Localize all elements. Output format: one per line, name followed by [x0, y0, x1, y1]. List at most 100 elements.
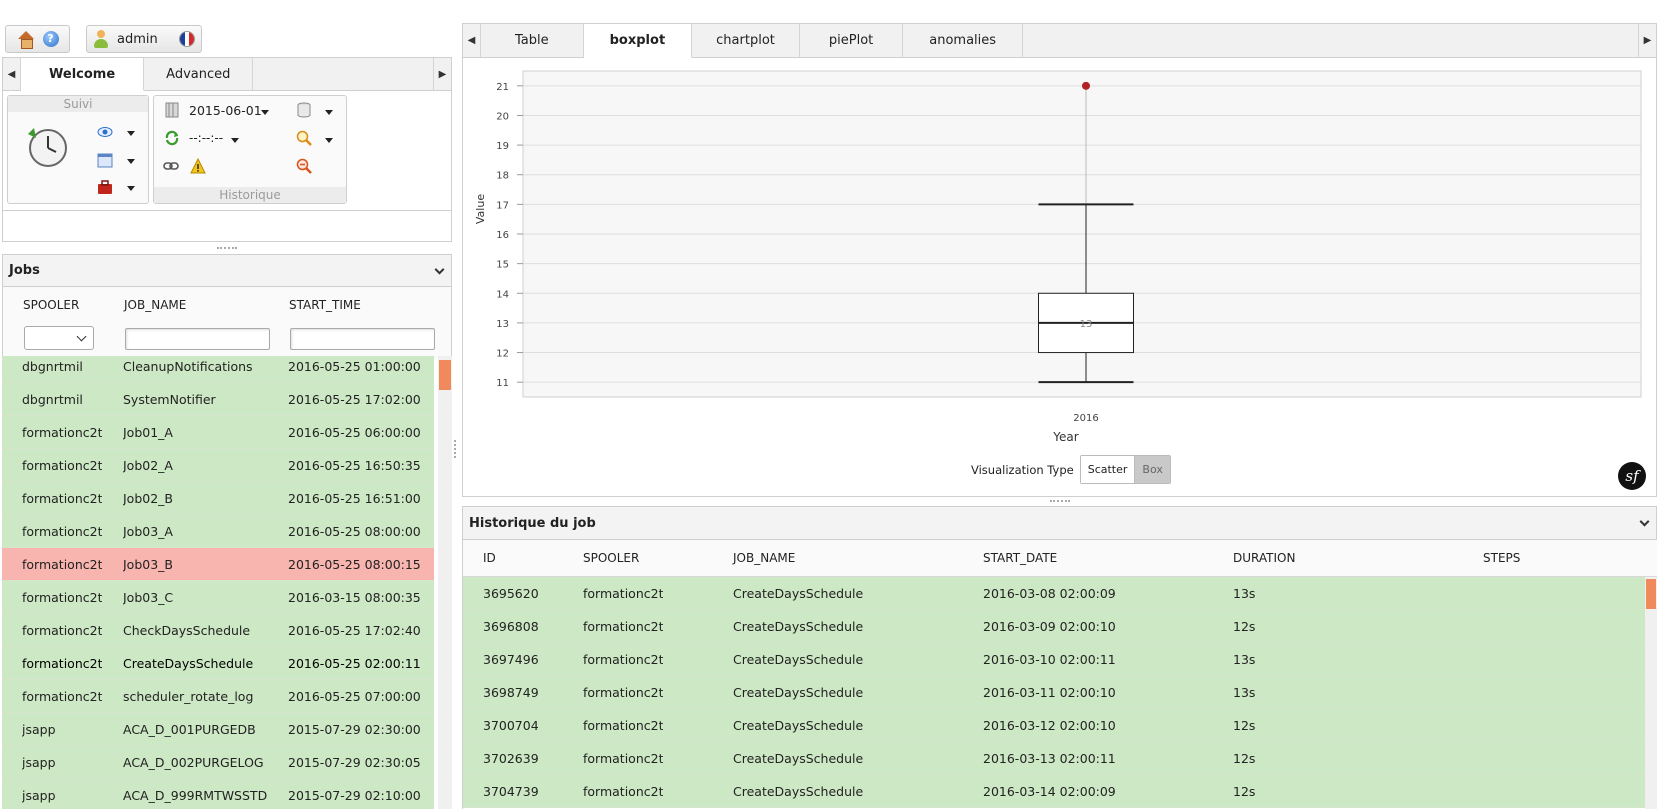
database-icon[interactable]	[296, 102, 312, 118]
jobs-row[interactable]: formationc2t Job02_B 2016-05-25 16:51:00	[2, 482, 434, 515]
tab-anomalies[interactable]: anomalies	[903, 24, 1024, 57]
history-cell-spooler: formationc2t	[583, 751, 664, 766]
tab-scroll-right[interactable]: ▶	[433, 58, 451, 90]
tab-pieplot[interactable]: piePlot	[800, 24, 904, 57]
eye-dropdown-caret[interactable]	[127, 131, 135, 136]
jobs-cell-spooler: formationc2t	[22, 590, 103, 605]
database-dropdown-caret[interactable]	[325, 110, 333, 115]
jobs-row[interactable]: jsapp ACA_D_001PURGEDB 2015-07-29 02:30:00	[2, 713, 434, 746]
jobs-col-start-time[interactable]: START_TIME	[289, 298, 361, 312]
history-col-steps[interactable]: STEPS	[1483, 551, 1520, 565]
tab-chartplot[interactable]: chartplot	[692, 24, 800, 57]
magnifier-icon[interactable]	[296, 130, 312, 146]
link-icon[interactable]	[163, 158, 179, 174]
outlier-point	[1082, 81, 1090, 90]
history-column-header: ID SPOOLER JOB_NAME START_DATE DURATION …	[462, 540, 1657, 577]
tab-welcome[interactable]: Welcome	[21, 58, 145, 91]
refresh-icon[interactable]	[164, 130, 180, 146]
briefcase-dropdown-caret[interactable]	[127, 186, 135, 191]
jobs-cell-start: 2016-05-25 16:50:35	[288, 458, 421, 473]
warning-icon[interactable]	[190, 158, 206, 174]
history-col-id[interactable]: ID	[483, 551, 496, 565]
history-row[interactable]: 3698749 formationc2t CreateDaysSchedule 201…	[463, 676, 1645, 709]
historique-title: Historique	[154, 187, 346, 203]
eye-icon[interactable]	[97, 124, 113, 140]
jobs-row[interactable]: formationc2t Job02_A 2016-05-25 16:50:35	[2, 449, 434, 482]
y-tick-label: 20	[496, 111, 509, 122]
history-row[interactable]: 3697496 formationc2t CreateDaysSchedule 201…	[463, 643, 1645, 676]
briefcase-icon[interactable]	[97, 179, 113, 195]
jobs-row[interactable]: formationc2t Job01_A 2016-05-25 06:00:00	[2, 416, 434, 449]
jobs-col-job-name[interactable]: JOB_NAME	[124, 298, 186, 312]
y-tick-label: 18	[496, 171, 509, 182]
start-time-filter-input[interactable]	[290, 328, 435, 350]
magnifier-dropdown-caret[interactable]	[325, 138, 333, 143]
tab-advanced[interactable]: Advanced	[144, 58, 254, 90]
history-cell-id: 3700704	[483, 718, 539, 733]
jobs-row[interactable]: dbgnrtmil CleanupNotifications 2016-05-25 …	[2, 356, 434, 383]
chart-tab-scroll-left[interactable]: ◀	[463, 24, 481, 57]
spooler-filter-select[interactable]	[24, 326, 94, 350]
splitter-handle-right[interactable]	[1050, 500, 1070, 502]
history-row[interactable]: 3696808 formationc2t CreateDaysSchedule 201…	[463, 610, 1645, 643]
username[interactable]: admin	[117, 32, 158, 47]
calendar-icon[interactable]	[97, 152, 113, 168]
jobs-row[interactable]: formationc2t Job03_A 2016-05-25 08:00:00	[2, 515, 434, 548]
history-date[interactable]: 2015-06-01	[189, 103, 262, 118]
jobs-row[interactable]: formationc2t Job03_B 2016-05-25 08:00:15	[2, 548, 434, 581]
history-row[interactable]: 3700704 formationc2t CreateDaysSchedule 201…	[463, 709, 1645, 742]
calendar-dropdown-caret[interactable]	[127, 159, 135, 164]
splitter-handle-vertical[interactable]	[454, 440, 456, 458]
tab-boxplot[interactable]: boxplot	[583, 24, 693, 58]
home-icon[interactable]	[17, 31, 35, 49]
jobs-cell-spooler: jsapp	[22, 722, 56, 737]
jobs-row[interactable]: formationc2t CreateDaysSchedule 2016-05-25…	[2, 647, 434, 680]
jobs-cell-job: Job01_A	[123, 425, 173, 440]
jobs-cell-job: Job03_C	[123, 590, 174, 605]
jobs-col-spooler[interactable]: SPOOLER	[23, 298, 79, 312]
symfony-logo-icon[interactable]: sf	[1618, 462, 1646, 490]
jobs-scrollbar-thumb[interactable]	[439, 360, 451, 390]
viz-option-box[interactable]: Box	[1134, 456, 1170, 483]
viz-option-scatter[interactable]: Scatter	[1080, 456, 1135, 483]
history-col-duration[interactable]: DURATION	[1233, 551, 1295, 565]
jobs-scrollbar[interactable]	[438, 356, 452, 809]
jobs-row[interactable]: dbgnrtmil SystemNotifier 2016-05-25 17:02:…	[2, 383, 434, 416]
history-col-start-date[interactable]: START_DATE	[983, 551, 1057, 565]
jobs-row[interactable]: formationc2t CheckDaysSchedule 2016-05-25 …	[2, 614, 434, 647]
zoom-reset-icon[interactable]	[296, 158, 312, 174]
job-name-filter-input[interactable]	[125, 328, 270, 350]
help-icon[interactable]: ?	[42, 31, 59, 47]
splitter-handle-left[interactable]	[217, 247, 237, 249]
date-dropdown-caret[interactable]	[261, 110, 269, 115]
date-picker-icon[interactable]	[164, 102, 180, 118]
history-scrollbar-thumb[interactable]	[1646, 579, 1656, 609]
history-collapse-chevron-icon[interactable]	[1639, 516, 1650, 527]
jobs-header[interactable]: Jobs	[2, 254, 452, 287]
jobs-cell-job: Job02_A	[123, 458, 173, 473]
clock-refresh-icon[interactable]	[24, 124, 68, 168]
jobs-cell-start: 2016-05-25 02:00:11	[288, 656, 421, 671]
jobs-row[interactable]: formationc2t Job03_C 2016-03-15 08:00:35	[2, 581, 434, 614]
history-col-spooler[interactable]: SPOOLER	[583, 551, 639, 565]
jobs-row[interactable]: jsapp ACA_D_002PURGELOG 2015-07-29 02:30:0…	[2, 746, 434, 779]
tab-table[interactable]: Table	[481, 24, 584, 57]
jobs-collapse-chevron-icon[interactable]	[434, 264, 445, 275]
chart-tab-scroll-right[interactable]: ▶	[1638, 24, 1656, 57]
jobs-row[interactable]: formationc2t scheduler_rotate_log 2016-05-…	[2, 680, 434, 713]
jobs-cell-job: CleanupNotifications	[123, 359, 253, 374]
jobs-title: Jobs	[9, 263, 40, 278]
history-header[interactable]: Historique du job	[462, 506, 1657, 540]
history-cell-spooler: formationc2t	[583, 784, 664, 799]
history-scrollbar[interactable]	[1645, 577, 1657, 809]
french-flag-icon[interactable]	[179, 31, 195, 47]
history-row[interactable]: 3702639 formationc2t CreateDaysSchedule 201…	[463, 742, 1645, 775]
time-dropdown-caret[interactable]	[231, 138, 239, 143]
refresh-time[interactable]: --:--:--	[189, 131, 223, 145]
history-col-job-name[interactable]: JOB_NAME	[733, 551, 795, 565]
history-cell-id: 3697496	[483, 652, 539, 667]
history-row[interactable]: 3695620 formationc2t CreateDaysSchedule 201…	[463, 577, 1645, 610]
jobs-row[interactable]: jsapp ACA_D_999RMTWSSTD 2015-07-29 02:10:0…	[2, 779, 434, 809]
tab-scroll-left[interactable]: ◀	[3, 58, 21, 90]
history-row[interactable]: 3704739 formationc2t CreateDaysSchedule 201…	[463, 775, 1645, 808]
